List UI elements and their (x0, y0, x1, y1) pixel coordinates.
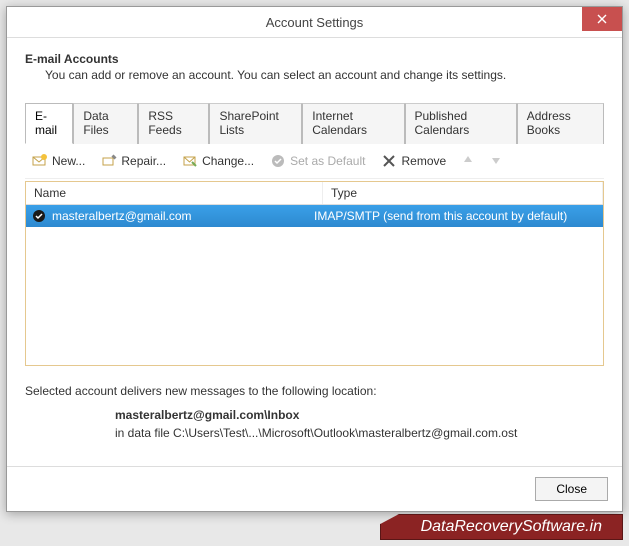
arrow-up-icon (462, 154, 474, 166)
toolbar: New... Repair... Change... Set as Defaul… (25, 144, 604, 179)
default-account-icon (30, 209, 48, 223)
move-up-button (459, 154, 477, 169)
envelope-new-icon (32, 153, 48, 169)
new-button[interactable]: New... (29, 151, 88, 171)
arrow-down-icon (490, 154, 502, 166)
list-body: masteralbertz@gmail.com IMAP/SMTP (send … (26, 205, 603, 365)
column-type[interactable]: Type (323, 182, 603, 204)
header-subtitle: You can add or remove an account. You ca… (45, 68, 604, 82)
check-circle-icon (270, 153, 286, 169)
remove-button-label: Remove (401, 154, 446, 168)
watermark: DataRecoverySoftware.in (6, 514, 623, 540)
header-title: E-mail Accounts (25, 52, 604, 66)
remove-button[interactable]: Remove (378, 151, 449, 171)
account-name: masteralbertz@gmail.com (48, 209, 310, 223)
tab-internet-calendars[interactable]: Internet Calendars (302, 103, 404, 144)
remove-x-icon (381, 153, 397, 169)
change-button-label: Change... (202, 154, 254, 168)
repair-button[interactable]: Repair... (98, 151, 169, 171)
location-intro: Selected account delivers new messages t… (25, 384, 604, 398)
accounts-list: Name Type masteralbertz@gmail.com IMAP/S… (25, 181, 604, 366)
window-close-button[interactable] (582, 7, 622, 31)
dialog-content: E-mail Accounts You can add or remove an… (7, 38, 622, 452)
window-title: Account Settings (7, 15, 622, 30)
tab-sharepoint-lists[interactable]: SharePoint Lists (209, 103, 302, 144)
account-type: IMAP/SMTP (send from this account by def… (310, 209, 603, 223)
change-icon (182, 153, 198, 169)
set-default-button: Set as Default (267, 151, 368, 171)
tab-address-books[interactable]: Address Books (517, 103, 604, 144)
column-name[interactable]: Name (26, 182, 323, 204)
close-icon (597, 14, 607, 24)
location-mailbox: masteralbertz@gmail.com\Inbox (115, 408, 604, 422)
new-button-label: New... (52, 154, 85, 168)
bottom-bar: Close (7, 466, 622, 511)
account-settings-dialog: Account Settings E-mail Accounts You can… (6, 6, 623, 512)
tab-data-files[interactable]: Data Files (73, 103, 138, 144)
location-path: in data file C:\Users\Test\...\Microsoft… (115, 426, 604, 440)
tab-email[interactable]: E-mail (25, 103, 73, 144)
move-down-button (487, 154, 505, 169)
change-button[interactable]: Change... (179, 151, 257, 171)
tab-strip: E-mail Data Files RSS Feeds SharePoint L… (25, 102, 604, 144)
account-row[interactable]: masteralbertz@gmail.com IMAP/SMTP (send … (26, 205, 603, 227)
repair-icon (101, 153, 117, 169)
tab-published-calendars[interactable]: Published Calendars (405, 103, 517, 144)
header-section: E-mail Accounts You can add or remove an… (25, 52, 604, 82)
repair-button-label: Repair... (121, 154, 166, 168)
tab-rss-feeds[interactable]: RSS Feeds (138, 103, 209, 144)
watermark-label: DataRecoverySoftware.in (380, 514, 623, 540)
location-section: Selected account delivers new messages t… (25, 384, 604, 440)
titlebar: Account Settings (7, 7, 622, 38)
set-default-button-label: Set as Default (290, 154, 365, 168)
list-header: Name Type (26, 182, 603, 205)
close-button[interactable]: Close (535, 477, 608, 501)
